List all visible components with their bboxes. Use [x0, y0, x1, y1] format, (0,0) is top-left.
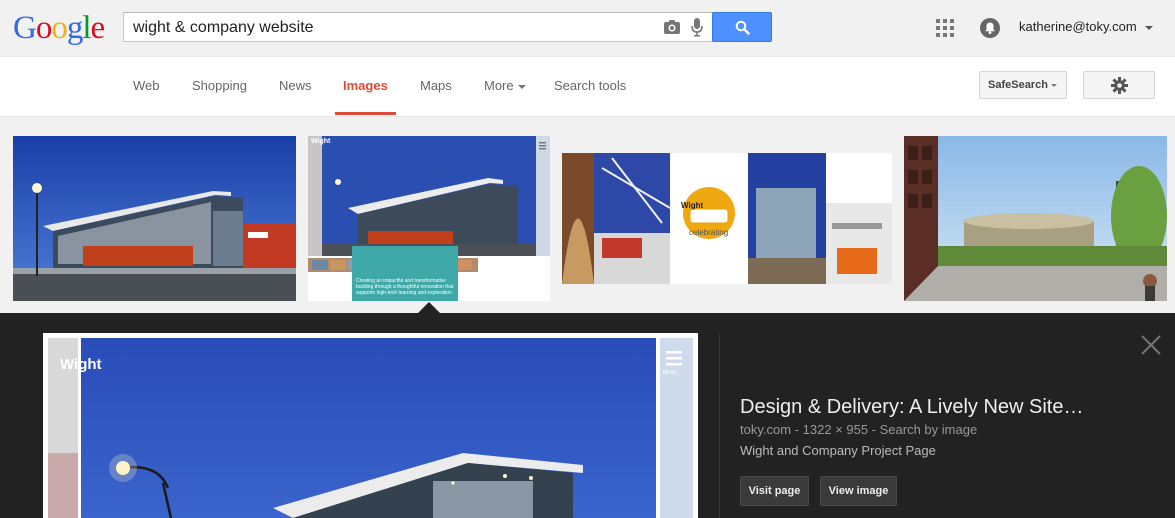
result-description: Wight and Company Project Page	[740, 443, 936, 458]
collage-photo	[562, 153, 892, 284]
image-result-1[interactable]	[13, 136, 296, 301]
thumbnail-collage-badge: celebrating	[689, 228, 729, 237]
gear-icon	[1111, 77, 1128, 94]
tab-images[interactable]: Images	[343, 78, 388, 93]
tab-shopping[interactable]: Shopping	[192, 78, 247, 93]
chevron-down-icon	[1051, 84, 1057, 87]
visit-page-button[interactable]: Visit page	[740, 476, 809, 506]
thumbnail-site-logo: Wight	[311, 138, 331, 145]
chevron-down-icon	[517, 84, 526, 89]
logo-letter-g2: g	[66, 10, 83, 46]
logo-letter-o1: o	[35, 10, 52, 46]
result-title[interactable]: Design & Delivery: A Lively New Site…	[740, 396, 1083, 419]
thumbnail-site-caption: Creating an impactful and transformative…	[356, 278, 454, 296]
preview-menu-label: MENU	[663, 370, 678, 376]
search-by-image-link[interactable]: Search by image	[880, 422, 978, 437]
close-icon[interactable]	[1140, 334, 1162, 356]
search-icon	[735, 20, 750, 35]
account-dropdown-icon[interactable]	[1145, 26, 1153, 30]
top-bar: Google katherine@toky.com	[0, 0, 1175, 57]
google-logo[interactable]: Google	[13, 9, 106, 47]
building-dusk-photo	[13, 136, 296, 301]
selected-result-pointer	[418, 302, 440, 313]
preview-image[interactable]: Wight MENU	[43, 333, 698, 518]
settings-button[interactable]	[1083, 71, 1155, 99]
panel-divider	[719, 333, 720, 518]
logo-letter-o2: o	[51, 10, 67, 46]
logo-letter-g: G	[13, 10, 37, 46]
preview-site-logo: Wight	[60, 356, 102, 373]
meta-separator: -	[868, 422, 880, 437]
tab-more-label: More	[484, 78, 514, 93]
camera-icon[interactable]	[663, 19, 681, 35]
apps-grid-icon[interactable]	[936, 19, 954, 37]
tab-news[interactable]: News	[279, 78, 312, 93]
tab-web[interactable]: Web	[133, 78, 160, 93]
search-box	[123, 12, 714, 42]
meta-separator: -	[791, 422, 803, 437]
image-result-3[interactable]: Wight celebrating	[562, 153, 892, 284]
result-source[interactable]: toky.com	[740, 422, 791, 437]
search-input[interactable]	[133, 18, 653, 38]
result-meta: toky.com - 1322 × 955 - Search by image	[740, 422, 977, 437]
website-screenshot	[308, 136, 550, 301]
tab-more[interactable]: More	[484, 78, 526, 93]
microphone-icon[interactable]	[690, 17, 704, 37]
notifications-bell-icon[interactable]	[980, 18, 1000, 38]
logo-letter-l: l	[82, 10, 91, 46]
tab-maps[interactable]: Maps	[420, 78, 452, 93]
view-image-button[interactable]: View image	[820, 476, 897, 506]
safesearch-label: SafeSearch	[988, 79, 1048, 91]
tab-search-tools[interactable]: Search tools	[554, 78, 626, 93]
account-email[interactable]: katherine@toky.com	[1019, 19, 1137, 34]
logo-letter-e: e	[90, 10, 106, 46]
safesearch-button[interactable]: SafeSearch	[979, 71, 1067, 99]
thumbnail-collage-logo: Wight	[681, 201, 704, 210]
active-tab-indicator	[335, 112, 396, 115]
search-button[interactable]	[712, 12, 772, 42]
image-result-4[interactable]	[904, 136, 1167, 301]
street-scene-photo	[904, 136, 1167, 301]
image-result-2[interactable]: Wight Creating an impactful and transfor…	[308, 136, 550, 301]
result-dimensions: 1322 × 955	[802, 422, 869, 437]
website-preview-photo	[43, 333, 698, 518]
